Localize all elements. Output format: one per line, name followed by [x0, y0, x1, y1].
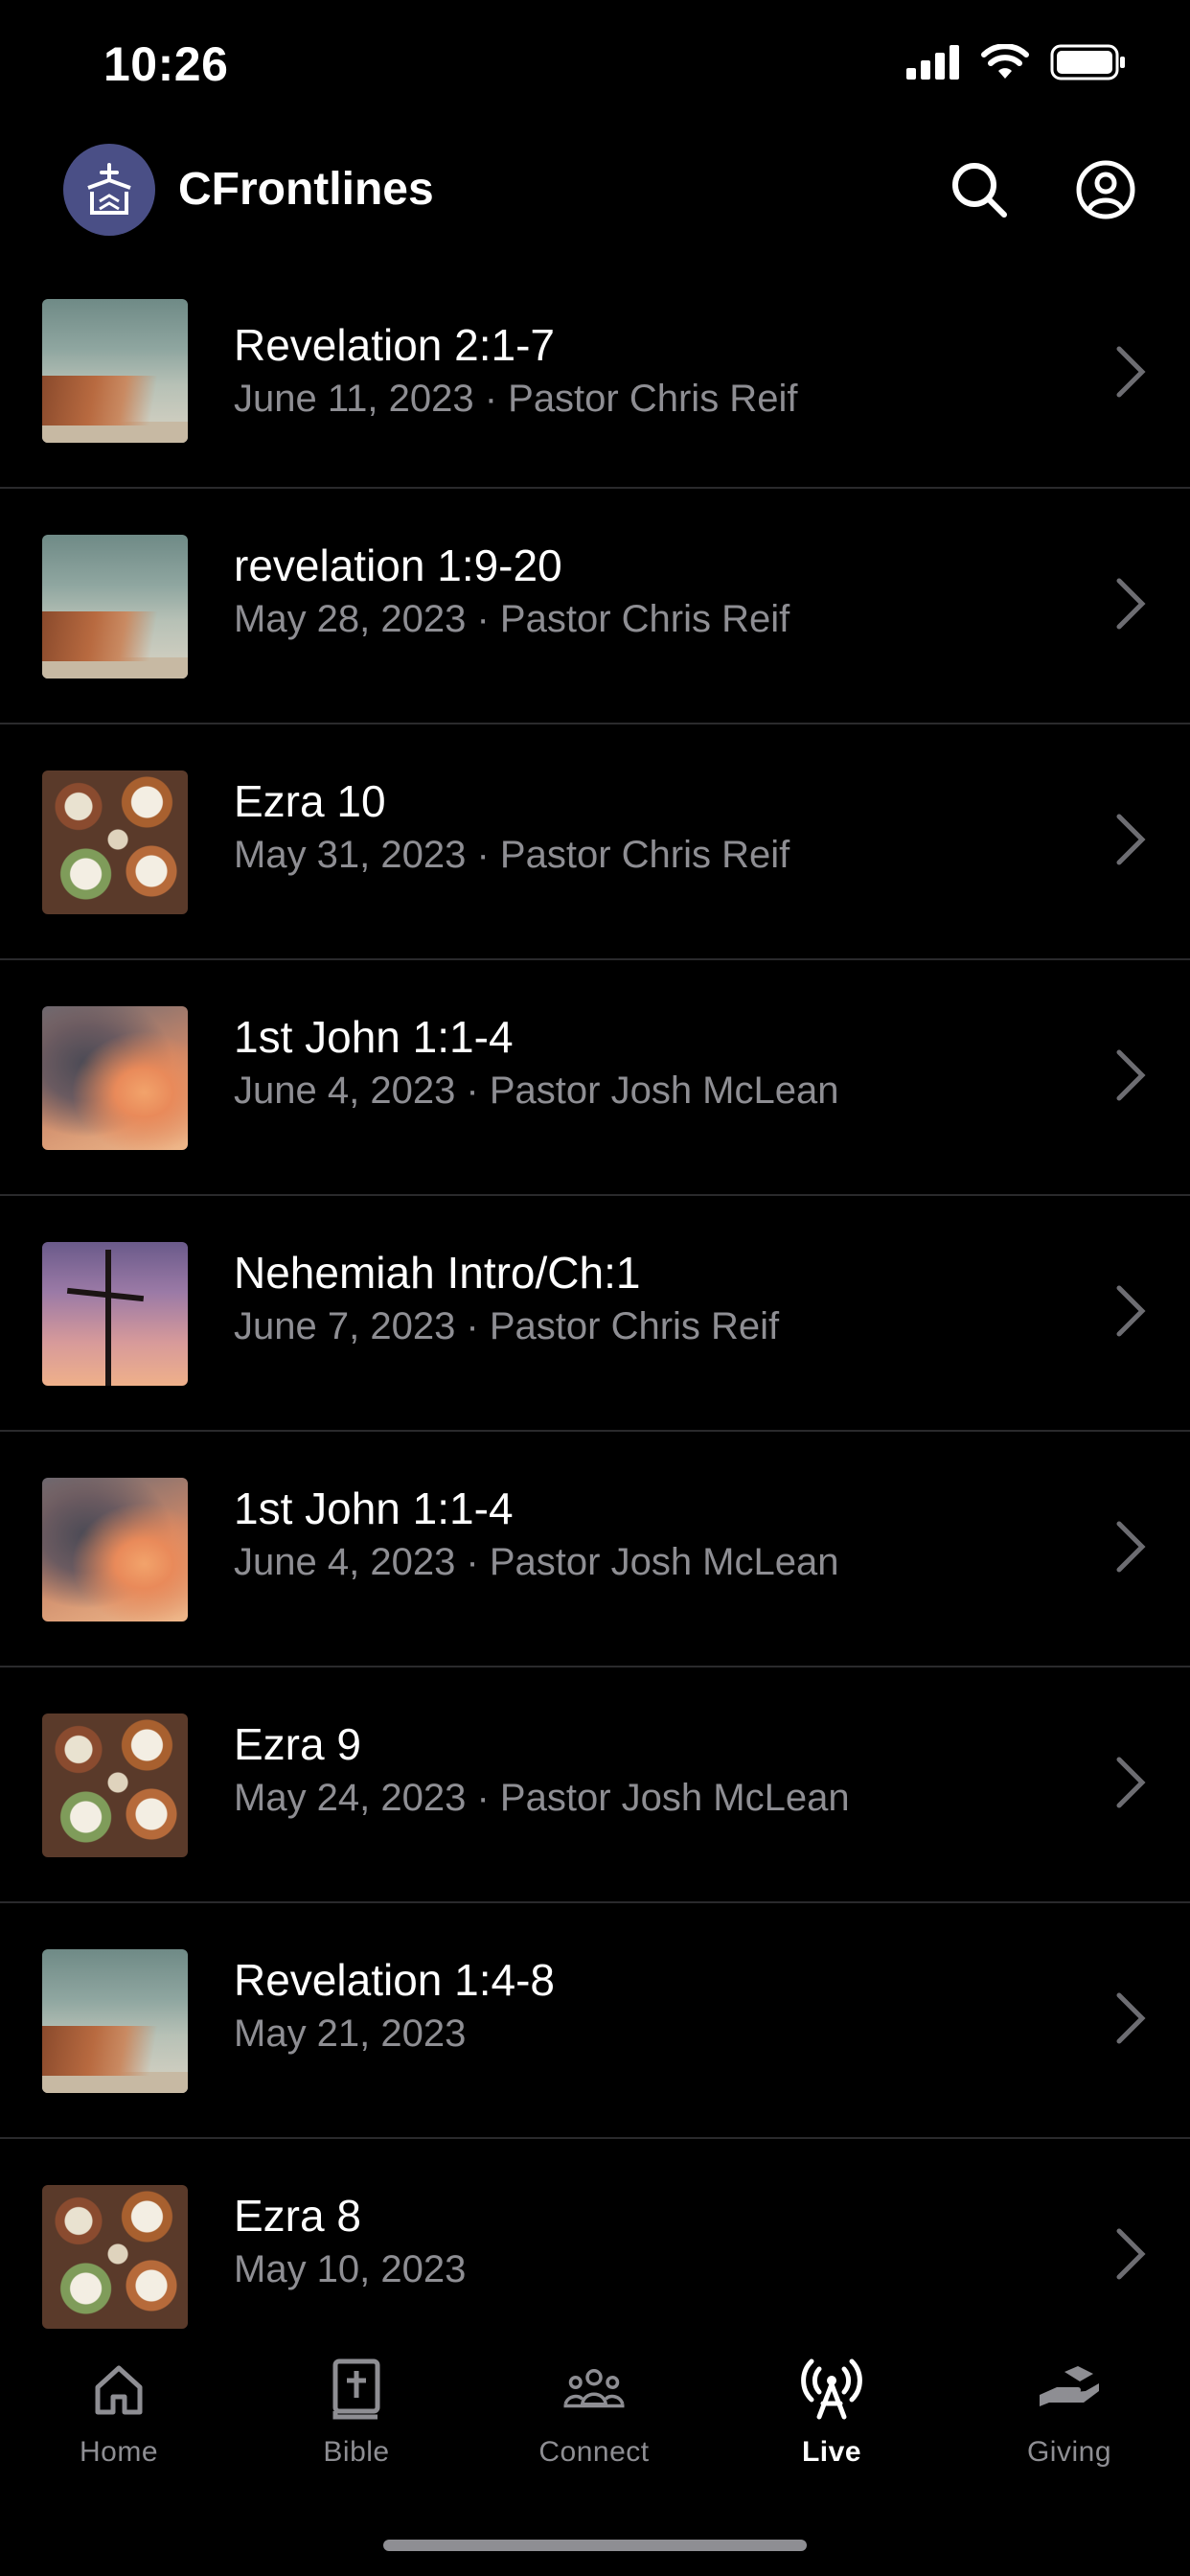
chevron-right-icon	[1116, 1757, 1146, 1808]
tab-connect[interactable]: Connect	[498, 2356, 690, 2499]
sermon-title: revelation 1:9-20	[234, 540, 562, 590]
sermon-row[interactable]: Ezra 10 May 31, 2023 · Pastor Chris Reif	[0, 724, 1190, 960]
app-title: CFrontlines	[178, 164, 434, 215]
user-circle-icon	[1076, 160, 1135, 219]
chevron-right-icon	[1116, 814, 1146, 865]
sermon-thumbnail	[42, 1242, 188, 1386]
giving-icon	[1036, 2356, 1103, 2423]
screen: 10:26 CFrontlines Revelation 2:1-7 June …	[0, 0, 1190, 2576]
sermon-subtitle: June 4, 2023 · Pastor Josh McLean	[234, 1070, 839, 1112]
chevron-right-icon	[1116, 1285, 1146, 1337]
tab-live[interactable]: Live	[736, 2356, 927, 2499]
home-icon	[85, 2356, 152, 2423]
church-logo-icon	[87, 163, 131, 215]
profile-button[interactable]	[1069, 153, 1142, 226]
sermon-title: Nehemiah Intro/Ch:1	[234, 1248, 641, 1298]
sermon-thumbnail	[42, 770, 188, 914]
sermon-thumbnail	[42, 535, 188, 678]
sermon-thumbnail	[42, 1478, 188, 1622]
sermon-subtitle: May 31, 2023 · Pastor Chris Reif	[234, 834, 790, 876]
chevron-right-icon	[1116, 1049, 1146, 1101]
sermon-title: 1st John 1:1-4	[234, 1484, 514, 1533]
tab-home[interactable]: Home	[23, 2356, 215, 2499]
search-button[interactable]	[943, 153, 1016, 226]
sermon-title: Ezra 9	[234, 1719, 361, 1769]
sermon-row[interactable]: Revelation 1:4-8 May 21, 2023	[0, 1903, 1190, 2139]
sermon-row[interactable]: revelation 1:9-20 May 28, 2023 · Pastor …	[0, 489, 1190, 724]
bible-icon	[323, 2356, 390, 2423]
sermon-list: Revelation 2:1-7 June 11, 2023 · Pastor …	[0, 288, 1190, 2329]
tab-label: Connect	[538, 2436, 650, 2468]
wifi-icon	[981, 44, 1029, 79]
chevron-right-icon	[1116, 1992, 1146, 2044]
tab-giving[interactable]: Giving	[973, 2356, 1165, 2499]
sermon-row[interactable]: Ezra 8 May 10, 2023	[0, 2139, 1190, 2329]
status-bar: 10:26	[0, 0, 1190, 134]
sermon-thumbnail	[42, 299, 188, 443]
sermon-row[interactable]: Nehemiah Intro/Ch:1 June 7, 2023 · Pasto…	[0, 1196, 1190, 1432]
sermon-row[interactable]: Ezra 9 May 24, 2023 · Pastor Josh McLean	[0, 1668, 1190, 1903]
tab-label: Bible	[323, 2436, 390, 2468]
sermon-subtitle: May 10, 2023	[234, 2248, 467, 2290]
sermon-subtitle: May 24, 2023 · Pastor Josh McLean	[234, 1777, 850, 1819]
battery-icon	[1050, 44, 1125, 80]
sermon-row[interactable]: Revelation 2:1-7 June 11, 2023 · Pastor …	[0, 288, 1190, 489]
tab-label: Giving	[1026, 2436, 1112, 2468]
sermon-subtitle: May 28, 2023 · Pastor Chris Reif	[234, 598, 790, 640]
tab-bible[interactable]: Bible	[261, 2356, 452, 2499]
sermon-subtitle: May 21, 2023	[234, 2012, 467, 2055]
broadcast-icon	[798, 2356, 865, 2423]
sermon-subtitle: June 7, 2023 · Pastor Chris Reif	[234, 1305, 780, 1347]
chevron-right-icon	[1116, 578, 1146, 630]
tab-label: Home	[79, 2436, 159, 2468]
sermon-subtitle: June 4, 2023 · Pastor Josh McLean	[234, 1541, 839, 1583]
chevron-right-icon	[1116, 1521, 1146, 1573]
sermon-subtitle: June 11, 2023 · Pastor Chris Reif	[234, 378, 798, 420]
home-indicator[interactable]	[383, 2540, 807, 2551]
people-icon	[561, 2356, 628, 2423]
sermon-row[interactable]: 1st John 1:1-4 June 4, 2023 · Pastor Jos…	[0, 1432, 1190, 1668]
chevron-right-icon	[1116, 346, 1146, 398]
sermon-thumbnail	[42, 2185, 188, 2329]
app-header: CFrontlines	[0, 134, 1190, 288]
sermon-thumbnail	[42, 1006, 188, 1150]
chevron-right-icon	[1116, 2228, 1146, 2280]
sermon-title: Revelation 1:4-8	[234, 1955, 555, 2005]
status-time: 10:26	[103, 37, 229, 91]
sermon-title: Ezra 8	[234, 2191, 361, 2241]
sermon-title: Ezra 10	[234, 776, 386, 826]
sermon-title: 1st John 1:1-4	[234, 1012, 514, 1062]
sermon-title: Revelation 2:1-7	[234, 320, 555, 370]
sermon-thumbnail	[42, 1949, 188, 2093]
sermon-thumbnail	[42, 1714, 188, 1857]
cellular-signal-icon	[906, 45, 959, 80]
app-logo[interactable]	[63, 144, 155, 236]
status-icons	[906, 44, 1127, 80]
tab-label: Live	[801, 2436, 862, 2468]
search-icon	[952, 163, 1007, 218]
sermon-row[interactable]: 1st John 1:1-4 June 4, 2023 · Pastor Jos…	[0, 960, 1190, 1196]
